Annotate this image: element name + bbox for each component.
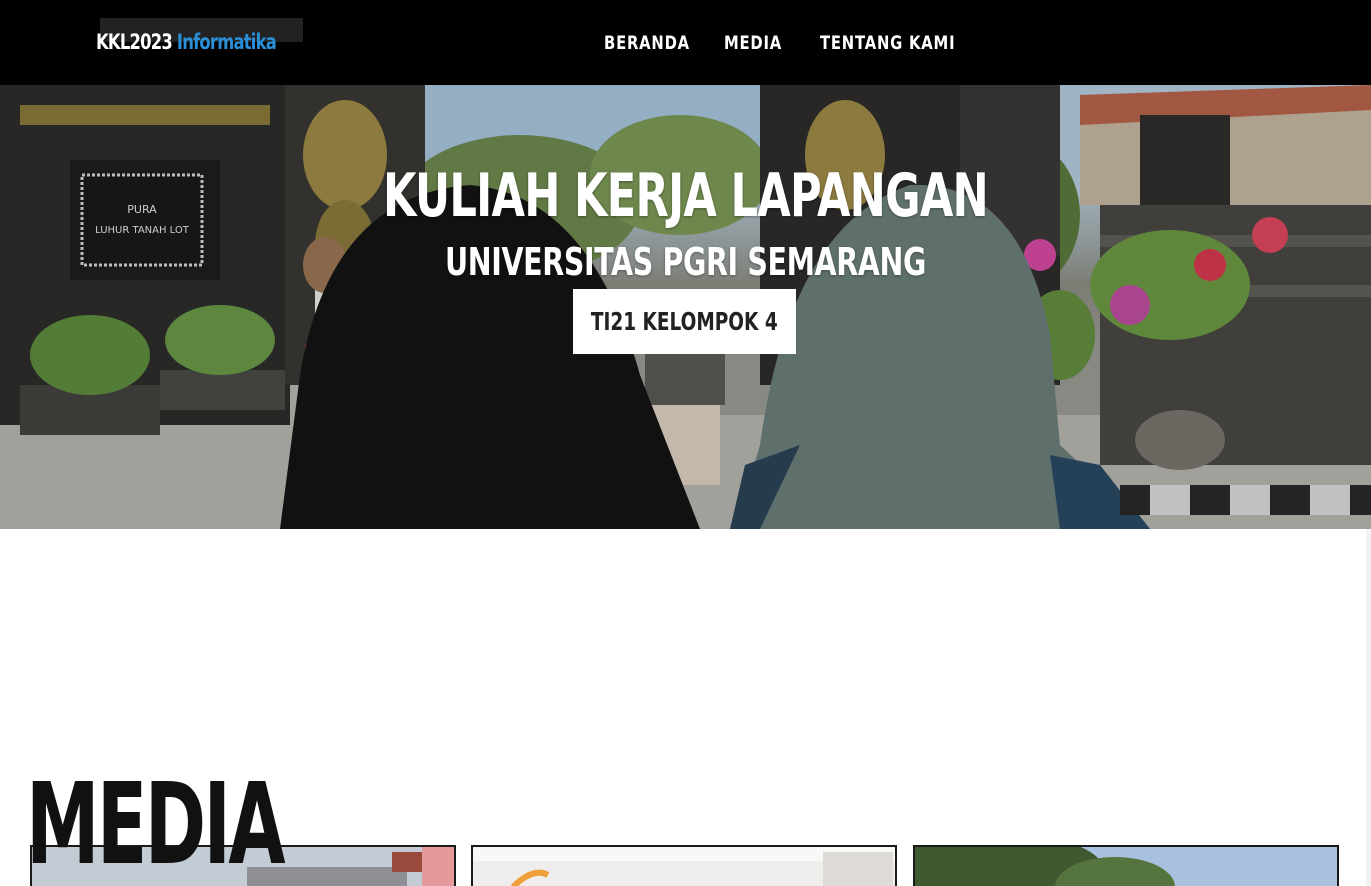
group-button-label: TI21 KELOMPOK 4: [591, 307, 778, 336]
media-photo-3: [915, 847, 1337, 886]
nav-link-beranda[interactable]: BERANDA: [604, 28, 690, 58]
main-nav: BERANDA MEDIA TENTANG KAMI: [0, 28, 1371, 58]
page-scrollbar-track[interactable]: [1366, 529, 1371, 886]
hero-title: KULIAH KERJA LAPANGAN: [382, 161, 989, 231]
media-card-2[interactable]: [471, 845, 897, 886]
hero-section: PURA LUHUR TANAH LOT KULIAH KERJA LAPANG…: [0, 85, 1371, 529]
nav-link-tentang-kami[interactable]: TENTANG KAMI: [820, 28, 955, 58]
top-navbar: KKL2023 Informatika BERANDA MEDIA TENTAN…: [0, 0, 1371, 85]
media-card-3[interactable]: [913, 845, 1339, 886]
media-section-heading: MEDIA: [26, 760, 286, 886]
media-photo-2: [473, 847, 895, 886]
hero-subtitle: UNIVERSITAS PGRI SEMARANG: [445, 240, 926, 284]
nav-link-media[interactable]: MEDIA: [724, 28, 782, 58]
group-button[interactable]: TI21 KELOMPOK 4: [573, 289, 796, 354]
